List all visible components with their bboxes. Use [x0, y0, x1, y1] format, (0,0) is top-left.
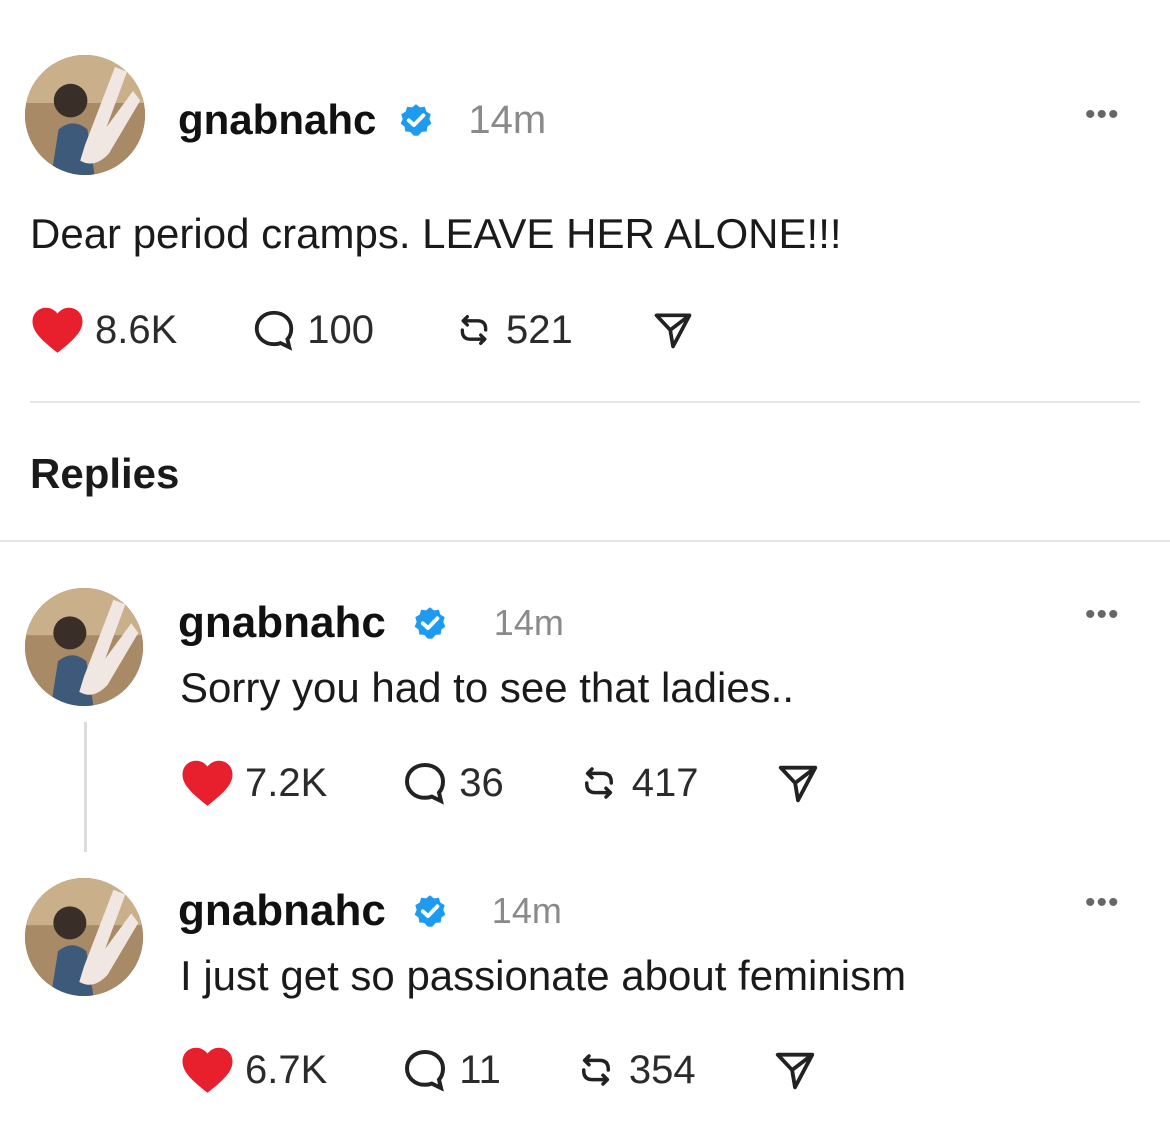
like-button[interactable]: 7.2K [180, 758, 327, 808]
send-icon [778, 765, 817, 803]
divider [30, 401, 1140, 403]
repost-button[interactable]: 354 [575, 1048, 696, 1093]
reply-time: 14m [491, 890, 562, 931]
share-button[interactable] [651, 308, 695, 352]
more-options-icon[interactable]: ••• [1085, 888, 1120, 918]
heart-icon [32, 307, 83, 353]
repost-icon [460, 315, 488, 345]
heart-icon [182, 760, 233, 806]
post-time: 14m [468, 97, 547, 142]
reply-text: Sorry you had to see that ladies.. [180, 664, 795, 711]
reply-text: I just get so passionate about feminism [180, 952, 907, 999]
action-bar: 7.2K 36 417 [180, 758, 821, 808]
divider [0, 540, 1170, 542]
comment-button[interactable]: 100 [251, 307, 374, 353]
comment-button[interactable]: 11 [401, 1046, 501, 1094]
like-button[interactable]: 6.7K [180, 1045, 327, 1095]
more-options-icon[interactable]: ••• [1085, 600, 1120, 630]
username[interactable]: gnabnahc [178, 886, 386, 936]
avatar-image [25, 55, 145, 175]
repost-count: 521 [506, 307, 573, 352]
like-count: 7.2K [245, 760, 328, 805]
verified-badge-icon [401, 104, 432, 136]
share-button[interactable] [772, 1047, 818, 1093]
like-count: 8.6K [95, 307, 178, 352]
comment-bubble-icon [405, 762, 446, 805]
thread-line [84, 722, 87, 852]
like-button[interactable]: 8.6K [30, 305, 177, 355]
avatar[interactable] [25, 55, 145, 175]
repost-button[interactable]: 521 [454, 308, 573, 353]
repost-count: 354 [628, 1047, 696, 1092]
username[interactable]: gnabnahc [178, 96, 376, 144]
comment-bubble-icon [255, 310, 294, 351]
comment-button[interactable]: 36 [401, 759, 504, 807]
action-bar: 8.6K 100 521 [30, 305, 695, 355]
avatar-image [25, 878, 143, 996]
send-icon [775, 1052, 814, 1090]
verified-badge-icon [414, 895, 446, 927]
comment-count: 100 [307, 307, 375, 352]
verified-badge-icon [414, 607, 446, 639]
comment-bubble-icon [405, 1049, 446, 1092]
heart-icon [182, 1047, 233, 1093]
repost-icon [584, 767, 613, 799]
like-count: 6.7K [245, 1047, 328, 1092]
repost-count: 417 [631, 760, 699, 805]
reply-time: 14m [493, 602, 564, 643]
comment-count: 11 [459, 1047, 501, 1092]
action-bar: 6.7K 11 354 [180, 1045, 818, 1095]
replies-header: Replies [30, 450, 180, 497]
username[interactable]: gnabnahc [178, 598, 386, 648]
repost-button[interactable]: 417 [578, 761, 699, 806]
avatar-image [25, 588, 143, 706]
comment-count: 36 [459, 760, 504, 805]
share-button[interactable] [775, 760, 821, 806]
more-options-icon[interactable]: ••• [1085, 100, 1120, 130]
post-text: Dear period cramps. LEAVE HER ALONE!!! [30, 210, 842, 257]
avatar[interactable] [25, 588, 143, 706]
repost-icon [581, 1054, 610, 1086]
send-icon [654, 313, 692, 349]
avatar[interactable] [25, 878, 143, 996]
